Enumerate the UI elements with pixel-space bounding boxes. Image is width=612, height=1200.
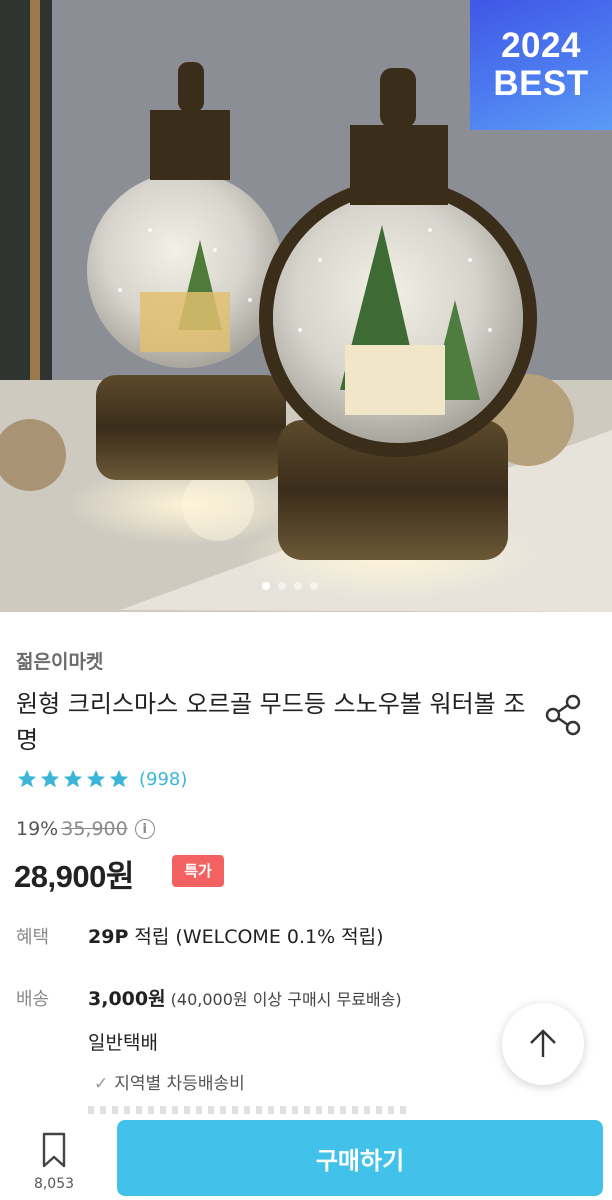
scroll-top-button[interactable] (502, 1003, 584, 1085)
bookmark-count: 8,053 (33, 1176, 75, 1192)
carousel-dot[interactable] (310, 582, 318, 590)
check-icon: ✓ (94, 1074, 109, 1094)
sale-price: 28,900원 (14, 859, 134, 894)
faded-text (88, 1106, 408, 1114)
product-title: 원형 크리스마스 오르골 무드등 스노우볼 워터볼 조명 (16, 690, 526, 754)
special-badge: 특가 (172, 855, 224, 887)
discount-rate: 19% (16, 818, 59, 840)
arrow-up-icon (530, 1029, 556, 1057)
star-rating (16, 768, 130, 790)
star-icon (63, 769, 83, 788)
benefit-label: 혜택 (16, 927, 50, 948)
bookmark-icon (42, 1132, 66, 1168)
badge-year: 2024 (501, 26, 581, 65)
carousel-indicator (262, 582, 318, 590)
badge-text: BEST (493, 64, 589, 103)
bottom-action-bar: 8,053 구매하기 (0, 1118, 612, 1200)
shipping-label: 배송 (16, 989, 50, 1010)
buy-button[interactable]: 구매하기 (117, 1120, 603, 1196)
original-price: 35,900 (61, 818, 128, 840)
carousel-dot[interactable] (294, 582, 302, 590)
rating[interactable]: (998) (16, 768, 187, 790)
bookmark-button[interactable]: 8,053 (26, 1130, 82, 1192)
star-icon (40, 769, 60, 788)
star-icon (17, 769, 37, 788)
shipping-note-row: ✓ 지역별 차등배송비 (94, 1069, 245, 1094)
shipping-value: 3,000원 (40,000원 이상 구매시 무료배송) (88, 984, 402, 1011)
review-count[interactable]: (998) (139, 769, 187, 790)
best-badge: 2024 BEST (470, 0, 612, 130)
seller-name[interactable]: 젊은이마켓 (16, 647, 103, 674)
product-image[interactable]: 2024 BEST (0, 0, 612, 612)
shipping-fee: 3,000원 (88, 988, 166, 1010)
shipping-method: 일반택배 (88, 1032, 158, 1054)
carousel-dot-active[interactable] (262, 582, 270, 590)
star-icon (109, 769, 129, 788)
share-icon[interactable] (544, 692, 584, 738)
carousel-dot[interactable] (278, 582, 286, 590)
shipping-note: 지역별 차등배송비 (114, 1074, 245, 1094)
benefit-points: 29P (88, 926, 129, 948)
star-icon (86, 769, 106, 788)
discount-row: 19% 35,900 i (16, 818, 155, 840)
benefit-text: 적립 (WELCOME 0.1% 적립) (128, 926, 384, 948)
shipping-condition: (40,000원 이상 구매시 무료배송) (165, 990, 402, 1009)
benefit-value: 29P 적립 (WELCOME 0.1% 적립) (88, 922, 384, 949)
info-icon[interactable]: i (134, 819, 155, 839)
